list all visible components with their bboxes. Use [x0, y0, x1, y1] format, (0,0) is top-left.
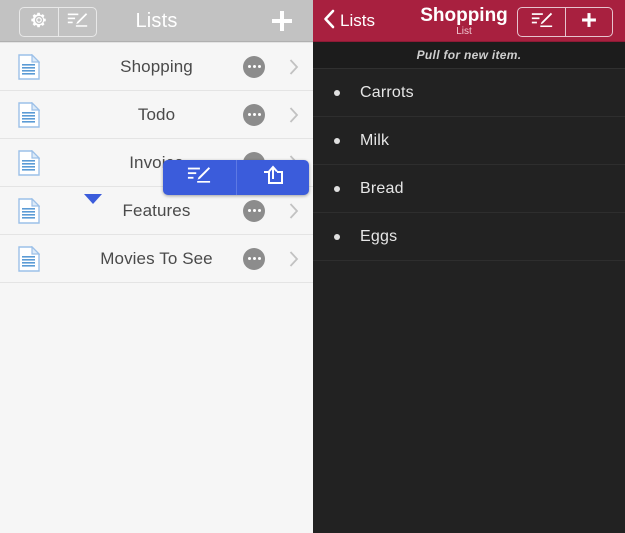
- item-label: Bread: [360, 179, 404, 197]
- edit-list-icon: [187, 165, 211, 190]
- page-title: Shopping: [420, 5, 508, 26]
- chevron-right-icon: [289, 250, 299, 267]
- table-row[interactable]: Movies To See: [0, 235, 313, 283]
- app-screen: Lists Shopping Todo Invoice Features Mov…: [0, 0, 625, 533]
- document-icon: [0, 53, 58, 80]
- edit-items-button[interactable]: [518, 8, 565, 36]
- list-item[interactable]: Bread: [313, 165, 625, 213]
- plus-icon: [579, 10, 599, 35]
- popup-arrow: [84, 194, 102, 204]
- bullet-icon: [313, 233, 360, 240]
- document-icon: [0, 245, 58, 272]
- chevron-right-icon: [289, 106, 299, 123]
- list-item-label: Shopping: [120, 56, 193, 76]
- document-icon: [0, 197, 58, 224]
- lists-title: Lists: [135, 10, 178, 32]
- ellipsis-icon: [247, 113, 261, 116]
- share-icon: [262, 165, 284, 190]
- ellipsis-icon: [247, 257, 261, 260]
- bullet-icon: [313, 89, 360, 96]
- ellipsis-icon: [247, 209, 261, 212]
- list-item[interactable]: Carrots: [313, 69, 625, 117]
- row-more-button[interactable]: [243, 55, 265, 78]
- detail-toolbar-segmented-control[interactable]: [517, 7, 613, 37]
- ellipsis-icon: [247, 65, 261, 68]
- lists-pane: Lists Shopping Todo Invoice Features Mov…: [0, 0, 313, 533]
- plus-icon: [269, 11, 295, 38]
- list-item-label: Movies To See: [100, 248, 213, 268]
- table-row[interactable]: Todo: [0, 91, 313, 139]
- table-row[interactable]: Shopping: [0, 42, 313, 91]
- popup-share-button[interactable]: [235, 160, 310, 195]
- add-item-button[interactable]: [565, 8, 612, 36]
- page-subtitle: List: [456, 26, 472, 37]
- item-label: Eggs: [360, 227, 398, 245]
- bullet-icon: [313, 137, 360, 144]
- chevron-right-icon: [289, 202, 299, 219]
- popup-edit-button[interactable]: [163, 160, 236, 195]
- row-more-button[interactable]: [243, 103, 265, 126]
- lists-navigation-bar: Lists: [0, 0, 313, 42]
- document-icon: [0, 101, 58, 128]
- item-label: Carrots: [360, 83, 414, 101]
- list-item-label: Todo: [137, 104, 176, 124]
- compose-list-icon: [531, 11, 553, 34]
- back-label: Lists: [340, 11, 375, 30]
- chevron-left-icon: [323, 9, 335, 34]
- detail-navigation-bar: Lists Shopping List: [313, 0, 625, 42]
- row-action-popup: [163, 160, 309, 195]
- row-more-button[interactable]: [243, 199, 265, 222]
- row-more-button[interactable]: [243, 247, 265, 270]
- pull-to-add-hint: Pull for new item.: [313, 42, 625, 69]
- pull-hint-label: Pull for new item.: [416, 48, 522, 62]
- detail-title-block: Shopping List: [409, 2, 519, 37]
- shopping-list-pane: Lists Shopping List Pull for new item. C…: [313, 0, 625, 533]
- add-list-button[interactable]: [269, 8, 295, 34]
- back-to-lists-button[interactable]: Lists: [323, 9, 375, 33]
- list-item[interactable]: Milk: [313, 117, 625, 165]
- document-icon: [0, 149, 58, 176]
- bullet-icon: [313, 185, 360, 192]
- list-item[interactable]: Eggs: [313, 213, 625, 261]
- item-label: Milk: [360, 131, 390, 149]
- chevron-right-icon: [289, 58, 299, 75]
